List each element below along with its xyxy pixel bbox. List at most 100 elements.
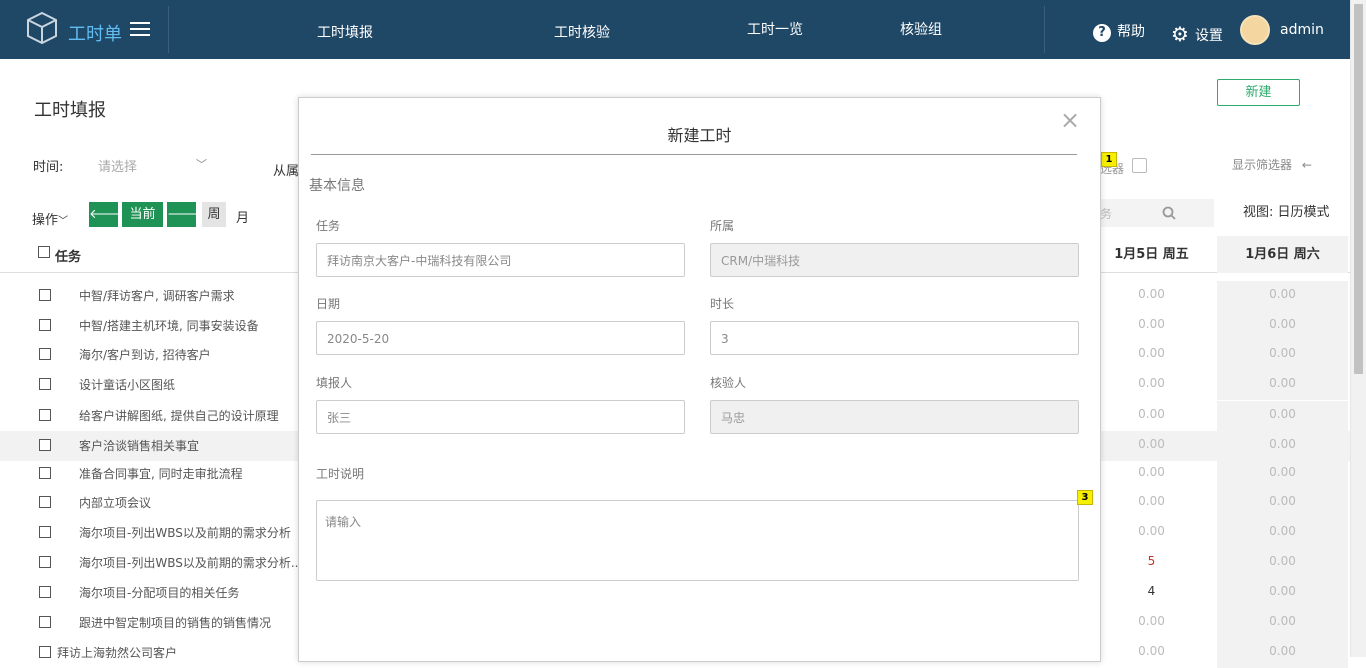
search-placeholder: 务 xyxy=(1100,207,1113,221)
nav-item-verify-group[interactable]: 核验组 xyxy=(900,19,942,39)
hours-cell[interactable]: 0.00 xyxy=(1086,524,1217,538)
task-name: 给客户讲解图纸, 提供自己的设计原理 xyxy=(79,409,279,423)
task-name: 设计童话小区图纸 xyxy=(79,378,176,392)
row-checkbox[interactable] xyxy=(39,556,51,568)
verifier-field: 马忠 xyxy=(710,400,1079,434)
search-input[interactable]: 务 xyxy=(1100,199,1214,227)
settings-button[interactable]: ⚙ 设置 xyxy=(1171,21,1223,46)
select-all-checkbox[interactable] xyxy=(38,246,50,258)
hours-cell[interactable]: 0.00 xyxy=(1217,311,1348,341)
row-checkbox[interactable] xyxy=(39,526,51,538)
hours-cell[interactable]: 0.00 xyxy=(1217,370,1348,400)
hours-cell[interactable]: 0.00 xyxy=(1217,431,1348,461)
username[interactable]: admin xyxy=(1280,22,1324,38)
row-checkbox[interactable] xyxy=(39,348,51,360)
help-label: 帮助 xyxy=(1117,24,1145,40)
filter-from-label: 从属 xyxy=(273,164,300,179)
date-field[interactable]: 2020-5-20 xyxy=(316,321,685,355)
hours-cell[interactable]: 0.00 xyxy=(1217,488,1348,518)
description-textarea[interactable]: 请输入 xyxy=(316,500,1079,581)
belong-field-label: 所属 xyxy=(710,219,735,233)
row-checkbox[interactable] xyxy=(39,289,51,301)
show-filter-button[interactable]: 显示筛选器 ← xyxy=(1232,156,1312,173)
hours-cell[interactable]: 0.00 xyxy=(1217,548,1348,578)
chevron-down-icon: ﹀ xyxy=(58,216,69,227)
nav-item-verify[interactable]: 工时核验 xyxy=(554,22,610,42)
hours-cell[interactable]: 0.00 xyxy=(1086,614,1217,628)
header-divider xyxy=(1044,6,1045,53)
date-field-label: 日期 xyxy=(316,297,341,311)
hours-cell[interactable]: 0.00 xyxy=(1086,494,1217,508)
settings-label: 设置 xyxy=(1194,28,1223,44)
page-scrollbar[interactable] xyxy=(1350,0,1366,657)
scrollbar-thumb[interactable] xyxy=(1354,4,1363,374)
current-period-button[interactable]: 当前 xyxy=(122,202,163,227)
annotation-badge-3: 3 xyxy=(1077,490,1093,505)
search-icon[interactable] xyxy=(1162,206,1176,220)
save-icon[interactable] xyxy=(1132,158,1147,173)
reporter-field[interactable]: 张三 xyxy=(316,400,685,434)
row-checkbox[interactable] xyxy=(39,467,51,479)
duration-field[interactable]: 3 xyxy=(710,321,1079,355)
row-checkbox[interactable] xyxy=(39,409,51,421)
view-mode-selector[interactable]: 视图: 日历模式 xyxy=(1243,201,1330,220)
hours-cell[interactable]: 0.00 xyxy=(1086,437,1217,451)
task-name: 海尔项目-分配项目的相关任务 xyxy=(79,586,240,600)
page-title: 工时填报 xyxy=(34,100,106,121)
row-checkbox[interactable] xyxy=(39,378,51,390)
hours-cell[interactable]: 0.00 xyxy=(1086,376,1217,390)
task-name: 海尔/客户到访, 招待客户 xyxy=(79,348,211,362)
hours-cell[interactable]: 0.00 xyxy=(1217,459,1348,489)
avatar[interactable] xyxy=(1240,15,1270,45)
hours-cell[interactable]: 0.00 xyxy=(1217,638,1348,668)
operations-label: 操作 xyxy=(32,213,59,228)
row-checkbox[interactable] xyxy=(39,319,51,331)
time-filter-label: 时间: xyxy=(33,160,64,175)
hours-cell[interactable]: 0.00 xyxy=(1217,401,1348,431)
row-checkbox[interactable] xyxy=(39,616,51,628)
hours-cell[interactable]: 0.00 xyxy=(1086,287,1217,301)
hours-cell[interactable]: 0.00 xyxy=(1086,465,1217,479)
hours-cell[interactable]: 4 xyxy=(1086,584,1217,598)
operations-dropdown[interactable]: 操作﹀ xyxy=(32,209,68,228)
task-field[interactable]: 拜访南京大客户-中瑞科技有限公司 xyxy=(316,243,685,277)
hours-cell[interactable]: 0.00 xyxy=(1217,518,1348,548)
hours-cell[interactable]: 0.00 xyxy=(1086,317,1217,331)
hours-cell[interactable]: 0.00 xyxy=(1086,644,1217,658)
arrow-left-icon: 🡐 xyxy=(89,207,124,222)
chevron-down-icon[interactable]: ﹀ xyxy=(196,156,207,172)
day-column-header: 1月6日 周六 xyxy=(1217,236,1348,273)
help-button[interactable]: ? 帮助 xyxy=(1093,21,1145,42)
hours-cell[interactable]: 0.00 xyxy=(1217,608,1348,638)
modal-title: 新建工时 xyxy=(667,126,732,145)
month-view-button[interactable]: 月 xyxy=(236,207,249,226)
hours-cell[interactable]: 0.00 xyxy=(1086,346,1217,360)
modal-divider xyxy=(311,154,1077,155)
arrow-right-icon: 🡒 xyxy=(167,207,202,222)
header-divider xyxy=(168,6,169,53)
verifier-field-label: 核验人 xyxy=(710,376,747,390)
hours-cell[interactable]: 0.00 xyxy=(1217,281,1348,311)
week-view-button[interactable]: 周 xyxy=(202,202,226,227)
prev-period-button[interactable]: 🡐 xyxy=(89,202,124,227)
row-checkbox[interactable] xyxy=(39,646,51,658)
task-name: 中智/拜访客户, 调研客户需求 xyxy=(79,289,235,303)
row-checkbox[interactable] xyxy=(39,439,51,451)
row-checkbox[interactable] xyxy=(39,586,51,598)
task-name: 中智/搭建主机环境, 同事安装设备 xyxy=(79,319,259,333)
hours-cell[interactable]: 0.00 xyxy=(1217,340,1348,370)
nav-item-report[interactable]: 工时填报 xyxy=(317,22,373,42)
hamburger-menu-icon[interactable] xyxy=(130,22,150,36)
hours-cell[interactable]: 5 xyxy=(1086,554,1217,568)
section-title: 基本信息 xyxy=(309,178,365,194)
new-button[interactable]: 新建 xyxy=(1217,79,1300,106)
cube-logo-icon xyxy=(27,11,57,45)
row-checkbox[interactable] xyxy=(39,496,51,508)
close-icon[interactable]: × xyxy=(1060,108,1080,132)
task-name: 准备合同事宜, 同时走审批流程 xyxy=(79,467,243,481)
hours-cell[interactable]: 0.00 xyxy=(1217,578,1348,608)
time-filter-select[interactable]: 请选择 xyxy=(98,156,137,175)
next-period-button[interactable]: 🡒 xyxy=(167,202,202,227)
nav-item-overview[interactable]: 工时一览 xyxy=(747,19,803,39)
hours-cell[interactable]: 0.00 xyxy=(1086,407,1217,421)
